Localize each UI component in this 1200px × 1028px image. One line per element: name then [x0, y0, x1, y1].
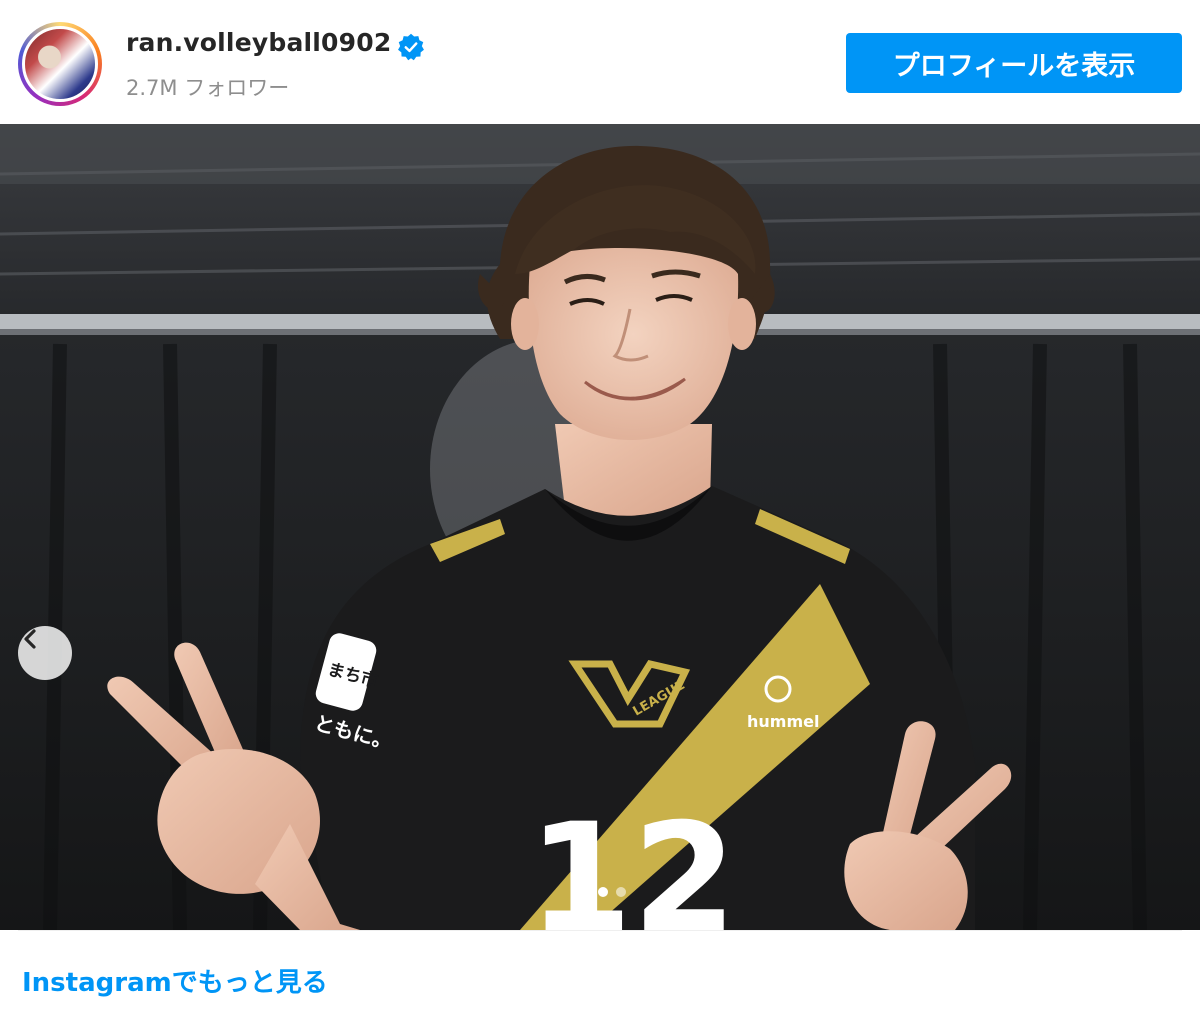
avatar-story-ring[interactable] — [18, 22, 102, 106]
jersey-number: 12 — [528, 792, 737, 930]
verified-badge-icon — [398, 33, 424, 61]
footer-divider — [18, 930, 1182, 931]
carousel-dot-active — [598, 887, 608, 897]
post-header: ran.volleyball0902 2.7M フォロワー プロフィールを表示 — [0, 0, 1200, 124]
chevron-left-icon — [24, 629, 36, 649]
carousel-prev-button[interactable] — [18, 626, 72, 680]
avatar[interactable] — [22, 26, 98, 102]
carousel-dot — [616, 887, 626, 897]
view-profile-button[interactable]: プロフィールを表示 — [846, 33, 1182, 93]
follower-count: 2.7M フォロワー — [126, 76, 290, 100]
carousel-indicator — [580, 887, 626, 897]
post-photo[interactable]: LEAGUE hummel まち市 ともに。 12 — [0, 124, 1200, 930]
brand-text: hummel — [747, 712, 819, 731]
photo-illustration: LEAGUE hummel まち市 ともに。 12 — [0, 124, 1200, 930]
carousel-dot — [580, 887, 590, 897]
username-link[interactable]: ran.volleyball0902 — [126, 28, 391, 57]
view-more-on-instagram-link[interactable]: Instagramでもっと見る — [22, 962, 328, 999]
